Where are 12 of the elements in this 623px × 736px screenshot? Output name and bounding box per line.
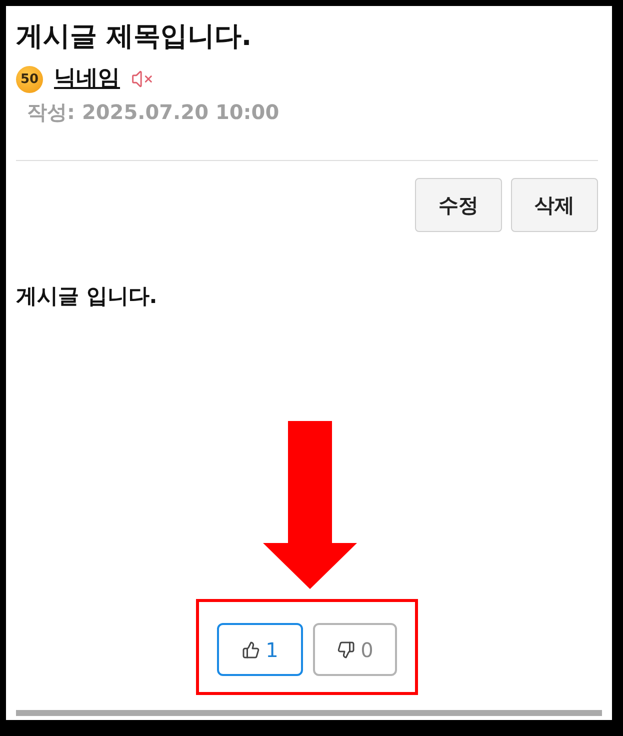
post-body: 게시글 입니다. <box>16 283 158 310</box>
author-nickname[interactable]: 닉네임 <box>54 66 120 92</box>
muted-speaker-icon[interactable] <box>131 68 153 90</box>
thumbs-down-icon <box>336 640 355 658</box>
level-badge: 50 <box>16 66 43 92</box>
dislike-button[interactable]: 0 <box>313 623 397 676</box>
post-title: 게시글 제목입니다. <box>16 20 253 54</box>
edit-button[interactable]: 수정 <box>415 178 502 232</box>
delete-button[interactable]: 삭제 <box>511 178 598 232</box>
post-date: 작성: 2025.07.20 10:00 <box>26 100 280 124</box>
like-button[interactable]: 1 <box>217 623 303 676</box>
thumbs-up-icon <box>242 640 260 658</box>
